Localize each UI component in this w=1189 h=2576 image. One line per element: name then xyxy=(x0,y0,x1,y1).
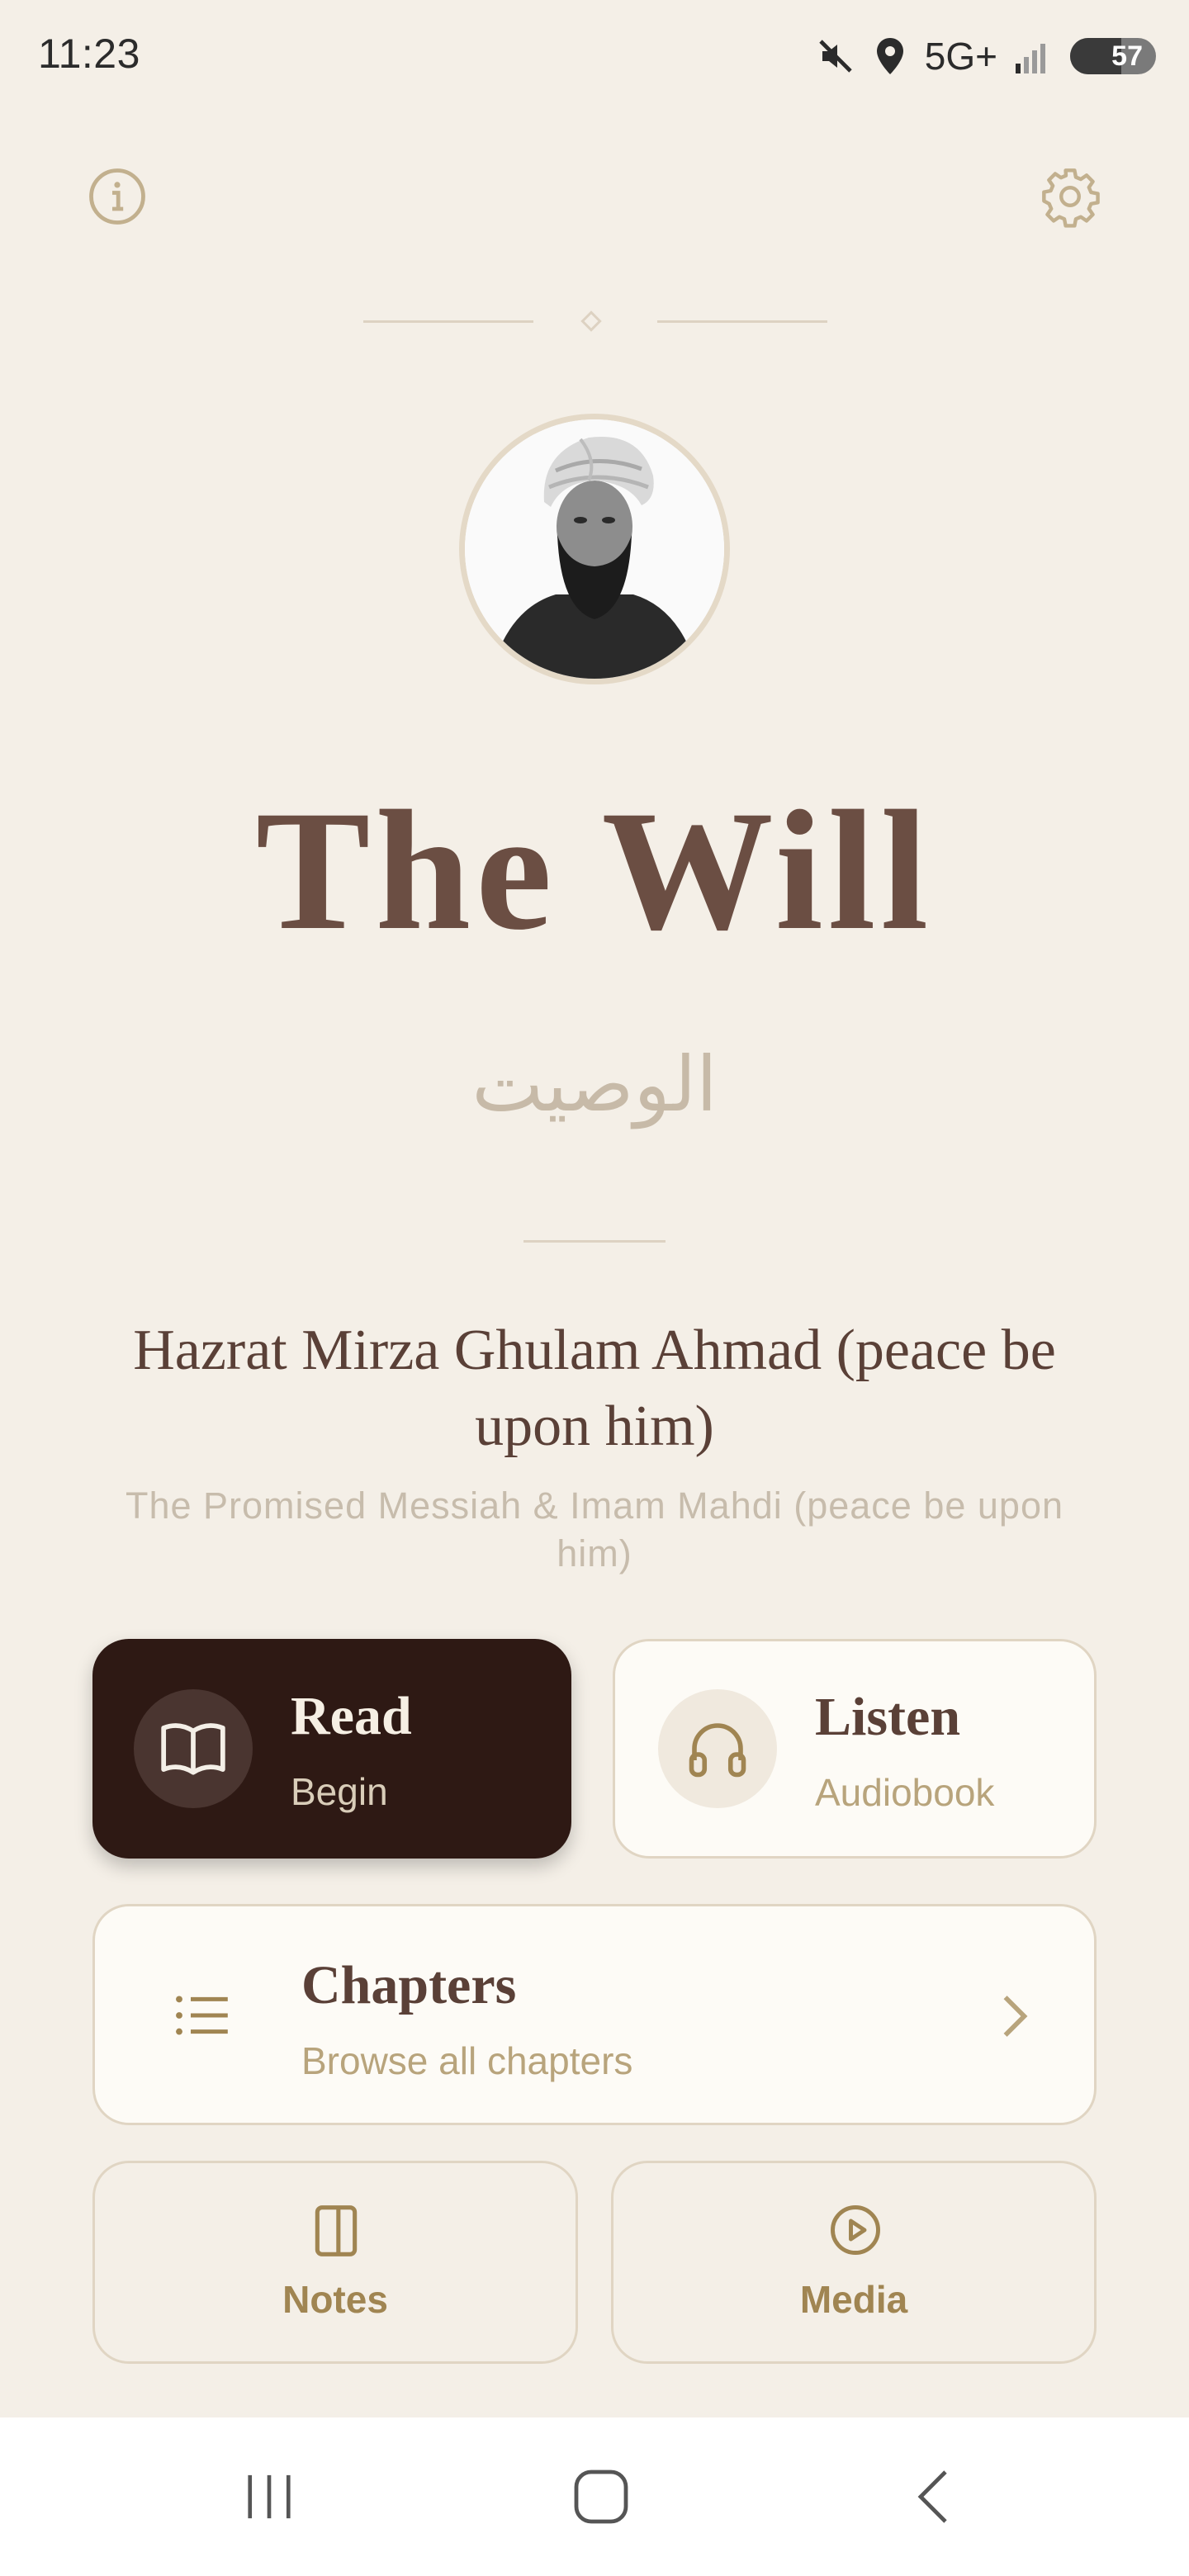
mute-icon xyxy=(819,40,852,73)
read-button[interactable]: Read Begin xyxy=(92,1639,571,1859)
play-circle-icon xyxy=(831,2205,880,2255)
signal-icon xyxy=(1016,44,1045,73)
notes-label: Notes xyxy=(282,2278,388,2321)
location-icon xyxy=(876,38,903,74)
notes-icon xyxy=(315,2205,358,2256)
media-label: Media xyxy=(799,2278,908,2321)
info-icon xyxy=(89,168,145,225)
back-icon xyxy=(917,2470,947,2523)
chapters-subtitle: Browse all chapters xyxy=(301,2039,633,2082)
media-button[interactable]: Media xyxy=(611,2161,1097,2364)
author-portrait xyxy=(465,419,724,679)
home-button[interactable] xyxy=(535,2417,667,2576)
battery-level: 57 xyxy=(1111,40,1143,72)
home-icon xyxy=(574,2469,628,2524)
book-title: The Will xyxy=(255,775,934,965)
book-open-icon xyxy=(161,1723,225,1775)
back-button[interactable] xyxy=(867,2417,999,2576)
read-subtitle: Begin xyxy=(291,1770,388,1813)
chapters-title: Chapters xyxy=(301,1955,517,2015)
notes-button[interactable]: Notes xyxy=(92,2161,578,2364)
title-divider xyxy=(523,1240,666,1243)
status-time: 11:23 xyxy=(38,31,140,77)
recents-button[interactable] xyxy=(203,2417,335,2576)
read-icon-circle xyxy=(134,1689,253,1808)
read-title: Read xyxy=(291,1686,412,1746)
listen-subtitle: Audiobook xyxy=(815,1771,995,1814)
author-name: Hazrat Mirza Ghulam Ahmad (peace be upon… xyxy=(133,1319,1056,1458)
settings-button[interactable] xyxy=(1037,163,1103,230)
author-subtitle: The Promised Messiah & Imam Mahdi (peace… xyxy=(125,1485,1064,1574)
info-button[interactable] xyxy=(84,163,150,230)
status-icons: 5G+ 57 xyxy=(816,31,1156,81)
list-icon xyxy=(176,1996,228,2035)
recents-icon xyxy=(248,2474,291,2519)
listen-title: Listen xyxy=(815,1687,961,1747)
system-nav-bar xyxy=(0,2417,1189,2576)
listen-button[interactable]: Listen Audiobook xyxy=(613,1639,1097,1859)
chevron-right-icon xyxy=(1003,1996,1028,2037)
battery-icon: 57 xyxy=(1070,38,1156,74)
ornament-line-left xyxy=(363,320,533,323)
headphones-icon xyxy=(689,1723,746,1778)
ornament-line-right xyxy=(657,320,827,323)
arabic-title: الوصیت xyxy=(471,1040,718,1129)
network-label: 5G+ xyxy=(924,35,997,78)
gear-icon xyxy=(1042,168,1100,228)
chapters-button[interactable]: Chapters Browse all chapters xyxy=(92,1904,1097,2125)
listen-icon-circle xyxy=(658,1689,777,1808)
diamond-ornament-icon xyxy=(580,310,602,332)
